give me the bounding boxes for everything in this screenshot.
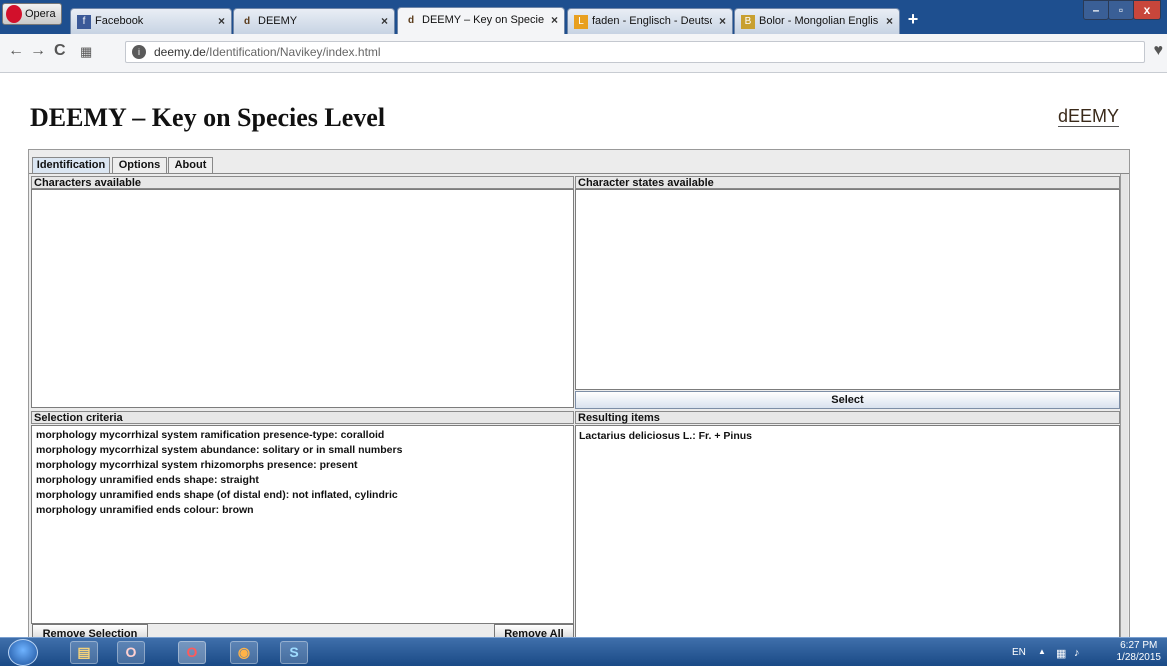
tab-label: Facebook [95, 15, 144, 27]
list-item[interactable]: morphology unramified ends shape: straig… [36, 474, 259, 486]
list-item[interactable]: morphology mycorrhizal system abundance:… [36, 444, 402, 456]
volume-icon[interactable]: ♪ [1074, 647, 1080, 659]
url-text: deemy.de/Identification/Navikey/index.ht… [154, 45, 381, 59]
browser-tab-deemy[interactable]: d DEEMY × [233, 8, 395, 34]
tab-close-icon[interactable]: × [886, 14, 893, 28]
tab-label: DEEMY – Key on Species L [422, 14, 544, 26]
list-item[interactable]: morphology mycorrhizal system ramificati… [36, 429, 384, 441]
start-button[interactable] [8, 639, 38, 666]
url-field[interactable]: i deemy.de/Identification/Navikey/index.… [125, 41, 1145, 63]
tab-close-icon[interactable]: × [551, 13, 558, 27]
browser-tab-faden[interactable]: L faden - Englisch - Deutsch × [567, 8, 733, 34]
tab-close-icon[interactable]: × [381, 14, 388, 28]
opera-menu-button[interactable]: Opera [2, 3, 62, 25]
opera-browser-icon[interactable]: O [178, 641, 206, 664]
resulting-items-header: Resulting items [575, 411, 1120, 424]
dictionary-favicon-icon: L [574, 15, 588, 29]
opera-taskbar-icon[interactable]: O [117, 641, 145, 664]
list-item[interactable]: morphology mycorrhizal system rhizomorph… [36, 459, 358, 471]
windows-taskbar: ▤ O O ◉ S EN ▲ ▦ ♪ 6:27 PM 1/28/2015 [0, 637, 1167, 666]
back-arrow-icon[interactable]: ← [8, 42, 24, 60]
bolor-favicon-icon: B [741, 15, 755, 29]
resulting-items-list[interactable]: Lactarius deliciosus L.: Fr. + Pinus [575, 425, 1120, 638]
forward-arrow-icon[interactable]: → [30, 42, 46, 60]
firefox-icon[interactable]: ◉ [230, 641, 258, 664]
browser-tab-bolor[interactable]: B Bolor - Mongolian English × [734, 8, 900, 34]
browser-tab-facebook[interactable]: f Facebook × [70, 8, 232, 34]
site-info-icon[interactable]: i [132, 45, 146, 59]
remove-selection-button[interactable]: Remove Selection [32, 624, 148, 638]
heart-icon[interactable]: ♥ [1154, 42, 1164, 60]
list-item[interactable]: Lactarius deliciosus L.: Fr. + Pinus [579, 430, 752, 442]
file-explorer-icon[interactable]: ▤ [70, 641, 98, 664]
clock-time: 6:27 PM [1120, 640, 1158, 651]
character-states-list[interactable] [575, 189, 1120, 390]
character-states-header: Character states available [575, 176, 1120, 189]
characters-available-list[interactable] [31, 189, 574, 408]
tab-close-icon[interactable]: × [719, 14, 726, 28]
close-window-icon[interactable]: x [1133, 0, 1161, 20]
deemy-favicon-icon: d [407, 15, 415, 26]
tab-label: DEEMY [258, 15, 298, 27]
facebook-icon: f [77, 15, 91, 29]
characters-available-header: Characters available [31, 176, 574, 189]
tab-label: faden - Englisch - Deutsch [592, 15, 712, 27]
reload-icon[interactable]: C [54, 42, 66, 60]
address-toolbar: ← → C ▦ i deemy.de/Identification/Navike… [0, 34, 1167, 73]
list-item[interactable]: morphology unramified ends shape (of dis… [36, 489, 398, 501]
deemy-logo[interactable]: dEEMY [1058, 106, 1120, 127]
opera-logo-icon [6, 5, 22, 23]
remove-all-button[interactable]: Remove All [494, 624, 574, 638]
language-indicator[interactable]: EN [1012, 647, 1026, 658]
tab-divider [29, 173, 1129, 174]
selection-criteria-list[interactable]: morphology mycorrhizal system ramificati… [31, 425, 574, 624]
page-title: DEEMY – Key on Species Level [30, 103, 386, 132]
minimize-icon[interactable]: – [1083, 0, 1109, 20]
select-button[interactable]: Select [575, 391, 1120, 409]
tab-identification[interactable]: Identification [32, 157, 110, 174]
browser-tab-deemy-key[interactable]: d DEEMY – Key on Species L × [397, 7, 565, 34]
applet-scrollbar[interactable] [1120, 174, 1128, 638]
opera-menu-label: Opera [25, 8, 56, 20]
clock-date: 1/28/2015 [1116, 652, 1162, 663]
system-clock[interactable]: 6:27 PM 1/28/2015 [1117, 640, 1162, 664]
network-icon[interactable]: ▦ [1056, 647, 1066, 660]
deemy-favicon-icon: d [243, 16, 251, 27]
maximize-icon[interactable]: ▫ [1108, 0, 1134, 20]
tab-label: Bolor - Mongolian English [759, 15, 879, 27]
selection-criteria-header: Selection criteria [31, 411, 574, 424]
tab-close-icon[interactable]: × [218, 14, 225, 28]
browser-tab-strip: Opera f Facebook × d DEEMY × d DEEMY – K… [0, 0, 1167, 34]
skype-icon[interactable]: S [280, 641, 308, 664]
tab-about[interactable]: About [168, 157, 213, 174]
list-item[interactable]: morphology unramified ends colour: brown [36, 504, 254, 516]
new-tab-button[interactable]: + [902, 9, 924, 29]
tab-options[interactable]: Options [112, 157, 167, 174]
speed-dial-grid-icon[interactable]: ▦ [80, 44, 92, 60]
show-hidden-icons-icon[interactable]: ▲ [1038, 647, 1046, 656]
